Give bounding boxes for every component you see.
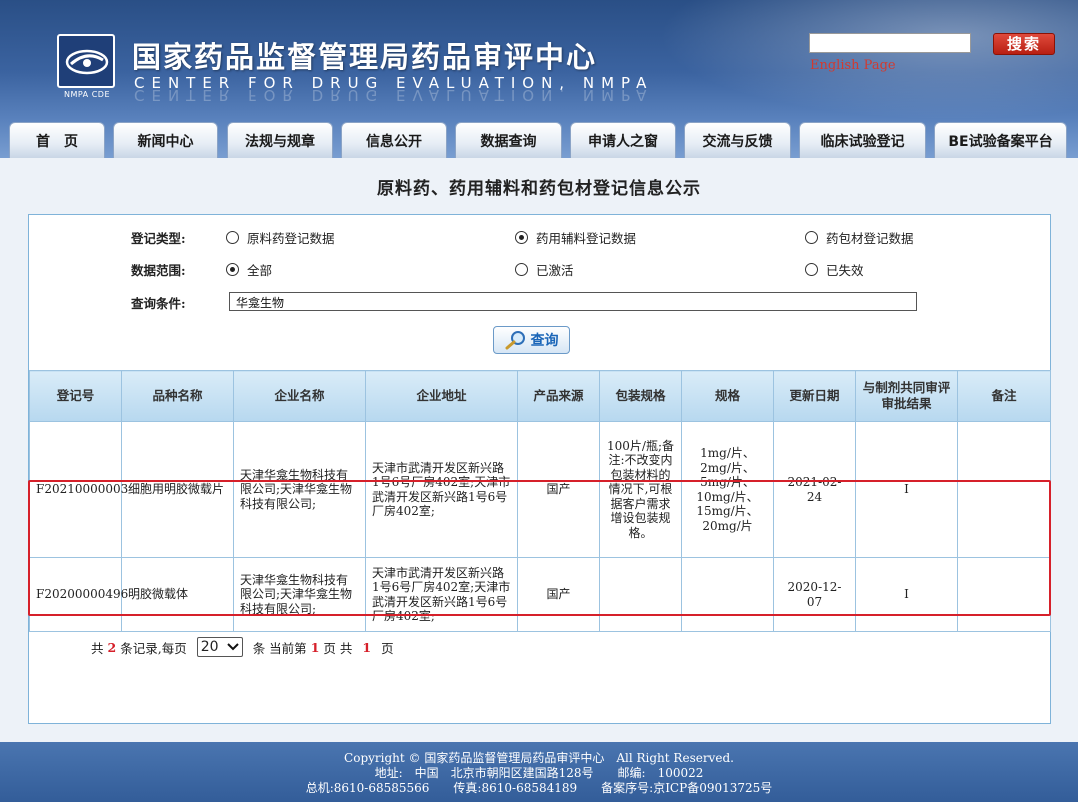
main-content: 原料药、药用辅料和药包材登记信息公示 登记类型: 原料药登记数据 药用辅料登记数… <box>0 158 1078 742</box>
radio-label: 已失效 <box>826 263 864 278</box>
site-search-input[interactable] <box>809 33 971 53</box>
magnifier-icon <box>505 331 525 350</box>
main-nav: 首 页 新闻中心 法规与规章 信息公开 数据查询 申请人之窗 交流与反馈 临床试… <box>0 122 1078 158</box>
radio-circle-icon[interactable] <box>805 263 818 276</box>
table-header-row: 登记号 品种名称 企业名称 企业地址 产品来源 包装规格 规格 更新日期 与制剂… <box>29 370 1051 422</box>
pager-text: 页 共 <box>323 640 353 656</box>
pager-text: 条记录,每页 <box>120 640 187 656</box>
radio-label: 原料药登记数据 <box>247 231 335 246</box>
site-search-button[interactable]: 搜索 <box>993 33 1055 55</box>
cell-address: 天津市武清开发区新兴路1号6号厂房402室;天津市武清开发区新兴路1号6号厂房4… <box>365 557 518 632</box>
query-input[interactable]: 华龛生物 <box>229 292 917 311</box>
col-header: 品种名称 <box>121 370 234 422</box>
cell-source: 国产 <box>517 421 600 558</box>
page-size-select[interactable]: 20 <box>196 637 243 657</box>
cell-note <box>957 421 1051 558</box>
type-label: 登记类型: <box>131 231 186 246</box>
radio-label: 药用辅料登记数据 <box>536 231 637 246</box>
radio-scope-expired[interactable]: 已失效 <box>805 260 864 279</box>
cell-package <box>599 557 682 632</box>
col-header: 登记号 <box>29 370 122 422</box>
nav-tab-home[interactable]: 首 页 <box>9 122 105 158</box>
nav-tab-disclosure[interactable]: 信息公开 <box>341 122 447 158</box>
radio-scope-active[interactable]: 已激活 <box>515 260 574 279</box>
cell-reg-no: F20210000003 <box>29 421 128 558</box>
radio-scope-all[interactable]: 全部 <box>226 260 272 279</box>
query-button[interactable]: 查询 <box>493 326 570 354</box>
logo-caption: NMPA CDE <box>63 90 110 99</box>
chevron-down-icon <box>226 643 239 651</box>
col-header: 产品来源 <box>517 370 600 422</box>
col-header: 规格 <box>681 370 774 422</box>
radio-circle-icon[interactable] <box>226 231 239 244</box>
nav-tab-be-platform[interactable]: BE试验备案平台 <box>934 122 1067 158</box>
cell-spec <box>681 557 774 632</box>
logo-eye-icon <box>65 49 109 75</box>
radio-circle-checked-icon[interactable] <box>515 231 528 244</box>
pager-text: 共 <box>91 640 104 656</box>
nav-tab-news[interactable]: 新闻中心 <box>113 122 218 158</box>
cell-company: 天津华龛生物科技有限公司;天津华龛生物科技有限公司; <box>233 557 366 632</box>
query-panel: 登记类型: 原料药登记数据 药用辅料登记数据 药包材登记数据 数据范围: 全部 … <box>28 214 1051 724</box>
col-header: 企业地址 <box>365 370 518 422</box>
page-size-value: 20 <box>200 639 219 655</box>
radio-type-api[interactable]: 原料药登记数据 <box>226 228 335 247</box>
cell-note <box>957 557 1051 632</box>
cell-name: 细胞用明胶微载片 <box>121 421 234 558</box>
nav-tab-clinical-trial[interactable]: 临床试验登记 <box>799 122 926 158</box>
footer-contact: 总机:8610-68585566 传真:8610-68584189 备案序号:京… <box>305 781 773 795</box>
cell-reg-no: F20200000496 <box>29 557 128 632</box>
radio-type-packaging[interactable]: 药包材登记数据 <box>805 228 914 247</box>
radio-label: 全部 <box>247 263 273 278</box>
pager-pages: 1 <box>362 639 372 655</box>
cell-package: 100片/瓶;备注:不改变内包装材料的情况下,可根据客户需求增设包装规格。 <box>599 421 682 558</box>
radio-type-excipient[interactable]: 药用辅料登记数据 <box>515 228 636 247</box>
radio-circle-checked-icon[interactable] <box>226 263 239 276</box>
pager-current: 1 <box>310 639 320 655</box>
results-table: 登记号 品种名称 企业名称 企业地址 产品来源 包装规格 规格 更新日期 与制剂… <box>29 370 1051 632</box>
site-title-en-reflection: CENTER FOR DRUG EVALUATION, NMPA <box>134 86 654 104</box>
nav-tab-applicant[interactable]: 申请人之窗 <box>570 122 676 158</box>
nav-tab-data-query[interactable]: 数据查询 <box>455 122 562 158</box>
cell-result: I <box>855 421 958 558</box>
radio-circle-icon[interactable] <box>515 263 528 276</box>
query-button-label: 查询 <box>530 333 559 349</box>
query-label: 查询条件: <box>131 296 186 311</box>
radio-circle-icon[interactable] <box>805 231 818 244</box>
cell-date: 2020-12-07 <box>773 557 856 632</box>
footer-address: 地址: 中国 北京市朝阳区建国路128号 邮编: 100022 <box>374 766 704 780</box>
pager-total: 2 <box>107 639 117 655</box>
scope-label: 数据范围: <box>131 263 186 278</box>
cell-company: 天津华龛生物科技有限公司;天津华龛生物科技有限公司; <box>233 421 366 558</box>
page-title: 原料药、药用辅料和药包材登记信息公示 <box>377 179 701 199</box>
radio-label: 药包材登记数据 <box>826 231 914 246</box>
footer-copyright: Copyright © 国家药品监督管理局药品审评中心 All Right Re… <box>344 751 734 765</box>
pager-text: 页 <box>381 640 394 656</box>
cell-source: 国产 <box>517 557 600 632</box>
cell-date: 2021-02-24 <box>773 421 856 558</box>
col-header: 包装规格 <box>599 370 682 422</box>
nav-tab-regulations[interactable]: 法规与规章 <box>227 122 333 158</box>
cell-address: 天津市武清开发区新兴路1号6号厂房402室;天津市武清开发区新兴路1号6号厂房4… <box>365 421 518 558</box>
radio-label: 已激活 <box>536 263 574 278</box>
site-footer: Copyright © 国家药品监督管理局药品审评中心 All Right Re… <box>0 742 1078 802</box>
nav-tab-feedback[interactable]: 交流与反馈 <box>684 122 791 158</box>
col-header: 更新日期 <box>773 370 856 422</box>
cde-logo[interactable] <box>57 34 115 88</box>
cell-name: 明胶微载体 <box>121 557 234 632</box>
col-header: 备注 <box>957 370 1051 422</box>
table-row[interactable]: F20200000496 明胶微载体 天津华龛生物科技有限公司;天津华龛生物科技… <box>29 557 1051 632</box>
col-header: 企业名称 <box>233 370 366 422</box>
col-header: 与制剂共同审评审批结果 <box>855 370 958 422</box>
pagination: 共 2 条记录,每页 20 条 当前第 1 页 共 1 页 <box>91 637 394 657</box>
cell-result: I <box>855 557 958 632</box>
table-row[interactable]: F20210000003 细胞用明胶微载片 天津华龛生物科技有限公司;天津华龛生… <box>29 421 1051 558</box>
pager-text: 条 当前第 <box>252 640 307 656</box>
site-title-cn: 国家药品监督管理局药品审评中心 <box>132 40 598 74</box>
english-page-link[interactable]: English Page <box>810 58 896 73</box>
cell-spec: 1mg/片、2mg/片、5mg/片、10mg/片、15mg/片、20mg/片 <box>681 421 774 558</box>
